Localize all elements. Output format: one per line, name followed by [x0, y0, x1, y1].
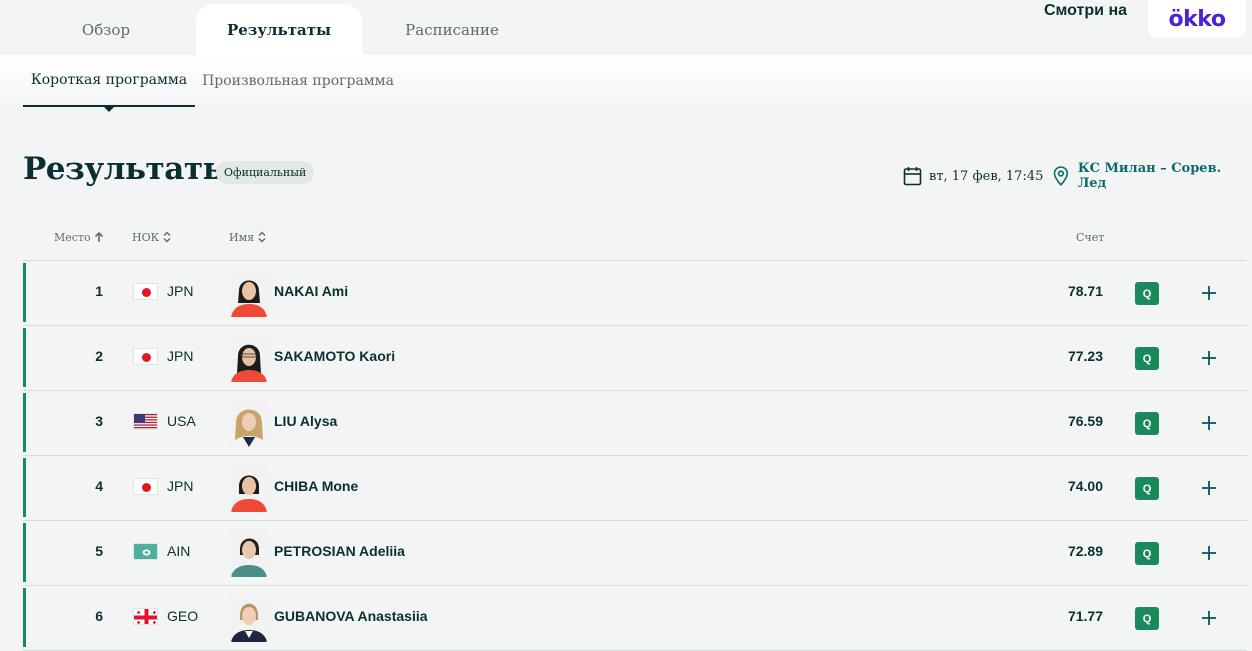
row-rank: 3 — [95, 413, 103, 429]
row-noc: GEO — [167, 608, 199, 624]
tab-results[interactable]: Результаты — [196, 4, 362, 55]
table-row[interactable]: 2 JPN SAKAMOTO Kaori 77.23 Q — [23, 326, 1247, 391]
jpn-flag-icon — [133, 478, 158, 495]
row-rank: 4 — [95, 478, 103, 494]
row-accent-bar — [23, 263, 26, 322]
expand-plus-icon[interactable] — [1199, 283, 1219, 303]
active-tab-caret-icon — [104, 107, 114, 112]
column-header-place-label: Место — [54, 230, 91, 244]
row-score: 77.23 — [1067, 348, 1103, 364]
row-noc: JPN — [167, 348, 194, 364]
expand-plus-icon[interactable] — [1199, 543, 1219, 563]
row-rank: 5 — [95, 543, 103, 559]
qualified-badge: Q — [1135, 412, 1159, 435]
row-accent-bar — [23, 328, 26, 387]
row-rank: 6 — [95, 608, 103, 624]
athlete-name[interactable]: SAKAMOTO Kaori — [274, 348, 395, 364]
row-score: 71.77 — [1067, 608, 1103, 624]
row-noc: AIN — [167, 543, 191, 559]
calendar-icon — [903, 167, 922, 186]
avatar — [229, 269, 269, 317]
sort-toggle-icon — [258, 231, 266, 243]
qualified-badge: Q — [1135, 542, 1159, 565]
sort-ascending-icon — [94, 231, 103, 242]
row-accent-bar — [23, 588, 26, 647]
table-row[interactable]: 5 AIN PETROSIAN Adeliia 72.89 Q — [23, 521, 1247, 586]
expand-plus-icon[interactable] — [1199, 608, 1219, 628]
row-noc: JPN — [167, 478, 194, 494]
event-date-text: вт, 17 фев, 17:45 — [929, 168, 1044, 184]
row-noc: USA — [167, 413, 196, 429]
ain-flag-icon — [133, 543, 158, 560]
row-score: 72.89 — [1067, 543, 1103, 559]
athlete-name[interactable]: CHIBA Mone — [274, 478, 358, 494]
qualified-badge: Q — [1135, 347, 1159, 370]
athlete-name[interactable]: GUBANOVA Anastasiia — [274, 608, 428, 624]
avatar — [229, 529, 269, 577]
qualified-badge: Q — [1135, 282, 1159, 305]
tab-overview[interactable]: Обзор — [30, 4, 182, 55]
results-table: 1 JPN NAKAI Ami 78.71 Q 2 JPN SAKAMOTO K… — [23, 261, 1247, 651]
row-accent-bar — [23, 393, 26, 452]
athlete-name[interactable]: NAKAI Ami — [274, 283, 348, 299]
table-row[interactable]: 4 JPN CHIBA Mone 74.00 Q — [23, 456, 1247, 521]
location-pin-icon — [1053, 166, 1069, 186]
row-accent-bar — [23, 523, 26, 582]
column-header-noc[interactable]: НОК — [132, 229, 172, 245]
usa-flag-icon — [133, 413, 158, 430]
row-rank: 1 — [95, 283, 103, 299]
jpn-flag-icon — [133, 348, 158, 365]
geo-flag-icon — [133, 608, 158, 625]
avatar — [229, 334, 269, 382]
expand-plus-icon[interactable] — [1199, 348, 1219, 368]
column-header-name[interactable]: Имя — [229, 229, 267, 245]
avatar — [229, 399, 269, 447]
athlete-name[interactable]: PETROSIAN Adeliia — [274, 543, 405, 559]
expand-plus-icon[interactable] — [1199, 478, 1219, 498]
column-header-place[interactable]: Место — [54, 229, 104, 245]
okko-logo[interactable]: ökko — [1148, 0, 1246, 38]
qualified-badge: Q — [1135, 477, 1159, 500]
row-rank: 2 — [95, 348, 103, 364]
qualified-badge: Q — [1135, 607, 1159, 630]
event-date: вт, 17 фев, 17:45 — [903, 165, 1043, 187]
sub-tab-bar: Короткая программа Произвольная программ… — [0, 55, 1252, 112]
table-row[interactable]: 6 GEO GUBANOVA Anastasiia 71.77 Q — [23, 586, 1247, 651]
row-score: 78.71 — [1067, 283, 1103, 299]
tab-schedule[interactable]: Расписание — [380, 4, 524, 55]
watch-on-label: Смотри на — [1044, 2, 1128, 19]
row-score: 74.00 — [1067, 478, 1103, 494]
tab-short-program[interactable]: Короткая программа — [23, 55, 195, 107]
page-title: Результаты — [23, 151, 234, 187]
jpn-flag-icon — [133, 283, 158, 300]
event-venue[interactable]: КС Милан – Сорев. Лед — [1053, 161, 1252, 191]
column-header-name-label: Имя — [229, 230, 255, 244]
table-row[interactable]: 3 USA LIU Alysa 76.59 Q — [23, 391, 1247, 456]
sort-toggle-icon — [163, 231, 171, 243]
column-header-score: Счет — [1076, 229, 1104, 245]
row-score: 76.59 — [1067, 413, 1103, 429]
event-venue-text: КС Милан – Сорев. Лед — [1077, 161, 1222, 191]
status-badge: Официальный — [216, 161, 315, 184]
column-header-score-label: Счет — [1076, 230, 1105, 244]
expand-plus-icon[interactable] — [1199, 413, 1219, 433]
top-tab-bar: Обзор Результаты Расписание Смотри на ök… — [0, 0, 1252, 55]
tab-free-program[interactable]: Произвольная программа — [200, 55, 396, 107]
avatar — [229, 464, 269, 512]
column-header-noc-label: НОК — [132, 230, 160, 244]
row-noc: JPN — [167, 283, 194, 299]
avatar — [229, 594, 269, 642]
athlete-name[interactable]: LIU Alysa — [274, 413, 337, 429]
table-row[interactable]: 1 JPN NAKAI Ami 78.71 Q — [23, 261, 1247, 326]
row-accent-bar — [23, 458, 26, 517]
